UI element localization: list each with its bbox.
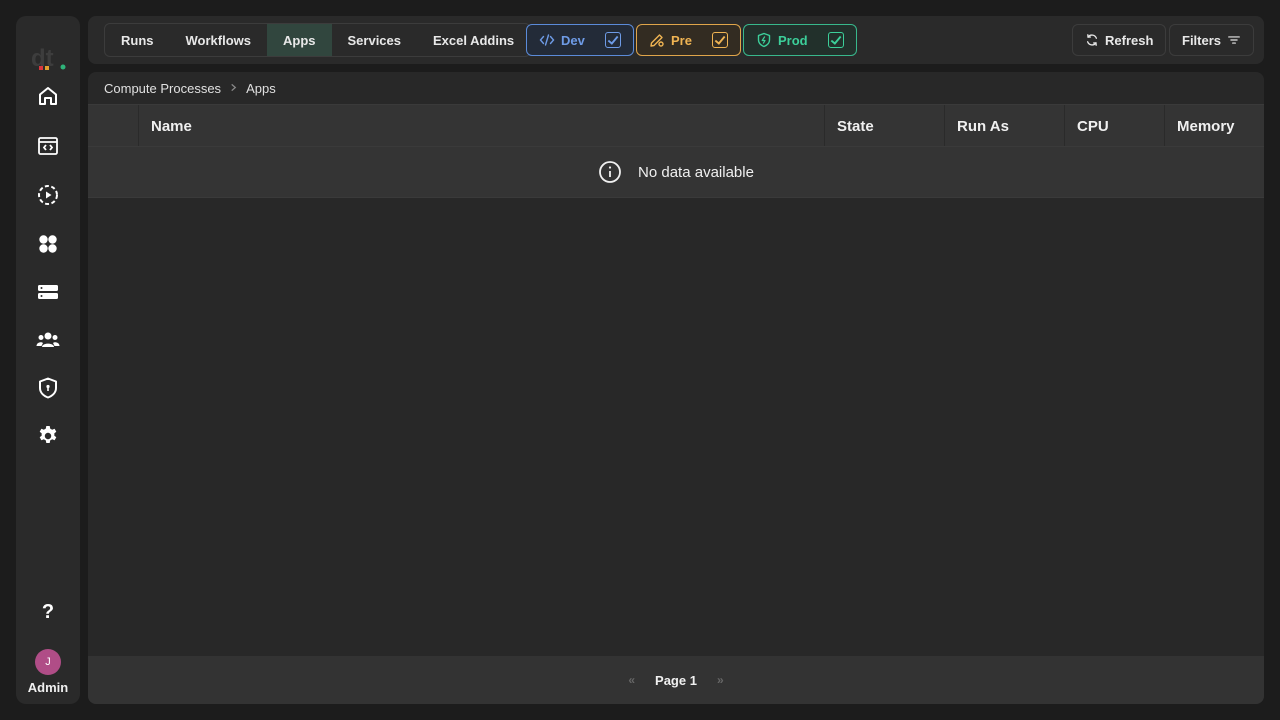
breadcrumb: Compute Processes Apps [104, 81, 276, 96]
filters-button[interactable]: Filters [1169, 24, 1255, 56]
avatar[interactable]: J [35, 649, 61, 675]
tab-apps[interactable]: Apps [267, 24, 332, 56]
filter-lines-icon [1228, 36, 1240, 44]
server-icon[interactable] [36, 280, 60, 304]
refresh-button[interactable]: Refresh [1072, 24, 1167, 56]
tab-runs[interactable]: Runs [105, 24, 169, 56]
column-header-cpu[interactable]: CPU [1064, 105, 1164, 147]
refresh-icon [1086, 34, 1098, 46]
column-header-state[interactable]: State [824, 105, 944, 147]
shield-bolt-icon [757, 32, 771, 48]
check-icon [607, 35, 619, 45]
top-bar: Runs Workflows Apps Services Excel Addin… [88, 16, 1264, 64]
logo[interactable]: dt [31, 46, 67, 70]
breadcrumb-compute-processes[interactable]: Compute Processes [104, 81, 221, 96]
table-header: Name State Run As CPU Memory [88, 104, 1264, 147]
filters-label: Filters [1182, 32, 1222, 48]
env-checkbox-prod[interactable] [827, 32, 844, 48]
main-panel: Compute Processes Apps Name State Run As… [88, 72, 1264, 704]
shield-icon[interactable] [36, 376, 60, 400]
code-icon [539, 34, 555, 46]
home-icon[interactable] [36, 84, 60, 108]
refresh-label: Refresh [1105, 32, 1154, 48]
apps-icon[interactable] [36, 232, 60, 256]
column-header-run-as[interactable]: Run As [944, 105, 1064, 147]
empty-state: No data available [88, 146, 1264, 198]
page-indicator: Page 1 [655, 672, 697, 688]
run-process-icon[interactable] [36, 183, 60, 207]
sidebar: dt ? J Admin [16, 16, 80, 704]
env-label-dev: Dev [561, 32, 585, 48]
next-page-button[interactable]: » [717, 673, 724, 687]
help-icon[interactable]: ? [36, 600, 60, 624]
tab-excel-addins[interactable]: Excel Addins [417, 24, 530, 56]
tab-services[interactable]: Services [332, 24, 418, 56]
env-checkbox-dev[interactable] [604, 32, 621, 48]
info-icon [599, 161, 621, 183]
env-toggle-dev[interactable]: Dev [526, 24, 634, 56]
process-type-tabs: Runs Workflows Apps Services Excel Addin… [104, 23, 532, 57]
env-toggle-pre[interactable]: Pre [636, 24, 741, 56]
empty-message: No data available [638, 163, 754, 181]
code-window-icon[interactable] [36, 134, 60, 158]
breadcrumb-apps: Apps [246, 81, 276, 96]
column-header-name[interactable]: Name [138, 105, 824, 147]
column-header-memory[interactable]: Memory [1164, 105, 1264, 147]
env-label-prod: Prod [778, 32, 808, 48]
prev-page-button[interactable]: « [628, 673, 635, 687]
env-checkbox-pre[interactable] [711, 32, 728, 48]
tab-workflows[interactable]: Workflows [170, 24, 268, 56]
check-icon [714, 35, 726, 45]
gear-icon[interactable] [36, 424, 60, 448]
column-header-select[interactable] [88, 105, 138, 147]
env-toggle-prod[interactable]: Prod [743, 24, 857, 56]
env-label-pre: Pre [671, 32, 692, 48]
chevron-right-icon [229, 83, 238, 95]
check-icon [830, 35, 842, 45]
user-role-label: Admin [27, 680, 69, 695]
pagination: « Page 1 » [88, 656, 1264, 704]
users-icon[interactable] [36, 328, 60, 352]
pencil-gear-icon [650, 34, 664, 47]
